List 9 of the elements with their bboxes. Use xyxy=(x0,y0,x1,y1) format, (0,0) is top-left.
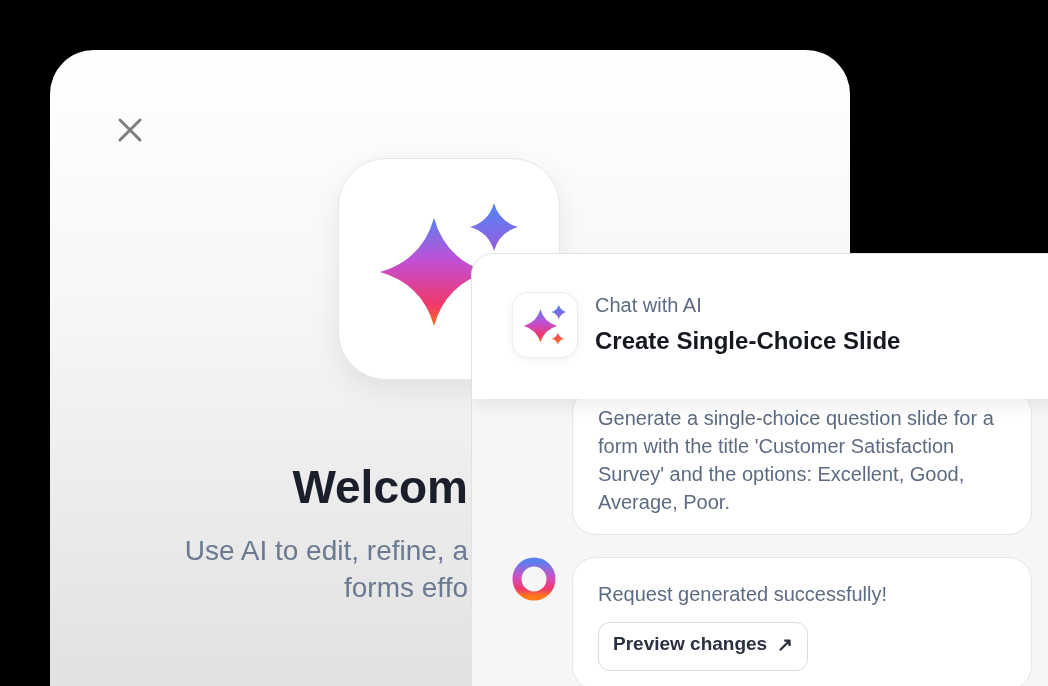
welcome-subtitle: Use AI to edit, refine, a xyxy=(183,534,468,568)
preview-changes-button[interactable]: Preview changes ↗ xyxy=(598,622,809,671)
welcome-subtitle: forms effo xyxy=(343,571,468,605)
ring-avatar-icon xyxy=(512,557,556,601)
chat-eyebrow: Chat with AI xyxy=(595,294,703,317)
chat-title: Create Single-Choice Slide xyxy=(595,327,901,355)
welcome-title: Welcom xyxy=(291,460,468,514)
assistant-message: Request generated successfully! xyxy=(598,582,889,607)
close-icon xyxy=(117,117,143,143)
